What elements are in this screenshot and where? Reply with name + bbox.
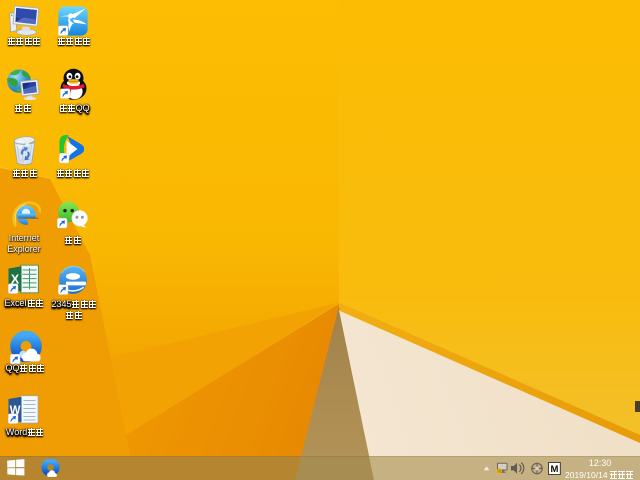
svg-text:M: M bbox=[550, 464, 558, 475]
